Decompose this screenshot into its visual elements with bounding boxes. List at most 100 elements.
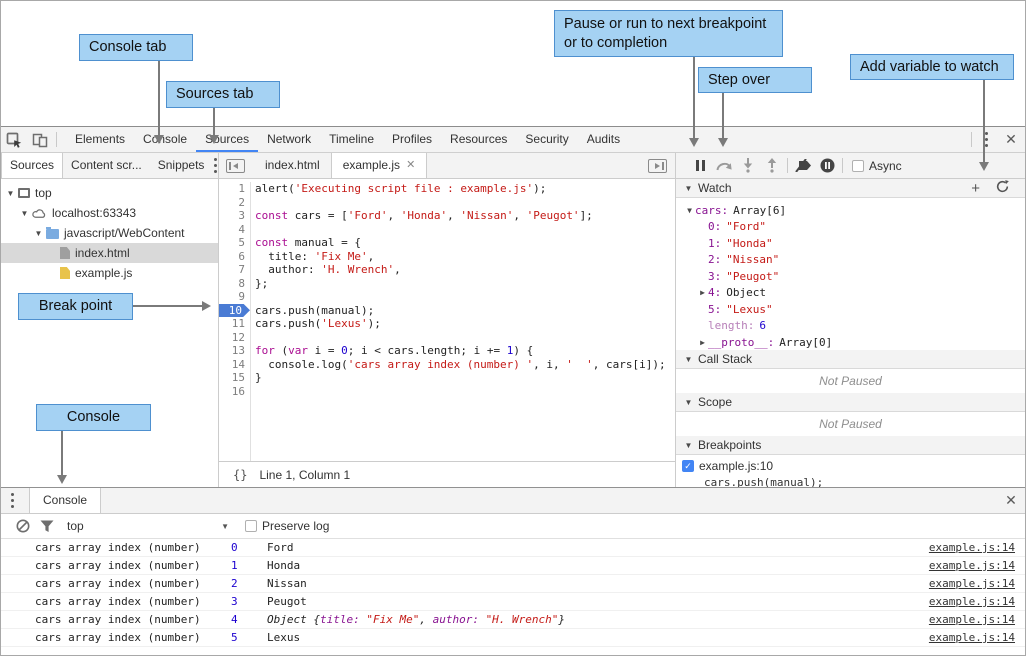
pause-on-exceptions-icon[interactable] [815, 157, 839, 175]
tab-elements[interactable]: Elements [66, 127, 134, 152]
watch-key: cars: [695, 204, 728, 217]
file-tree: ▼top▼localhost:63343▼javascript/WebConte… [1, 179, 218, 487]
tab-console[interactable]: Console [134, 127, 196, 152]
disclosure-icon[interactable]: ▼ [684, 206, 695, 215]
pause-button[interactable] [688, 157, 712, 175]
tree-item-example-js[interactable]: example.js [1, 263, 218, 283]
filter-icon[interactable] [35, 520, 59, 533]
line-number[interactable]: 2 [219, 196, 250, 210]
watch-item-2[interactable]: 2:"Nissan" [676, 252, 1025, 269]
pretty-print-icon[interactable]: {} [233, 468, 247, 482]
breakpoints-section-header[interactable]: ▼ Breakpoints [676, 436, 1025, 455]
line-number[interactable]: 14 [219, 358, 250, 372]
preserve-log-checkbox[interactable] [245, 520, 257, 532]
watch-item-5[interactable]: 5:"Lexus" [676, 301, 1025, 318]
step-into-button[interactable] [736, 157, 760, 175]
code-editor[interactable]: 12345678910111213141516 alert('Executing… [219, 179, 675, 461]
console-drawer-tab[interactable]: Console [29, 488, 101, 513]
tree-item-javascript-webcontent[interactable]: ▼javascript/WebContent [1, 223, 218, 243]
disclosure-icon[interactable]: ▼ [19, 209, 30, 218]
tree-item-top[interactable]: ▼top [1, 183, 218, 203]
line-number[interactable]: 5 [219, 236, 250, 250]
watch-value: "Nissan" [726, 253, 779, 266]
line-number[interactable]: 12 [219, 331, 250, 345]
refresh-watch-icon[interactable] [996, 180, 1009, 196]
device-toolbar-icon[interactable] [27, 127, 53, 152]
breakpoint-checkbox[interactable]: ✓ [682, 460, 694, 472]
watch-item-0[interactable]: 0:"Ford" [676, 219, 1025, 236]
tab-security[interactable]: Security [516, 127, 577, 152]
call-stack-section-header[interactable]: ▼ Call Stack [676, 350, 1025, 369]
line-number[interactable]: 6 [219, 250, 250, 264]
tab-profiles[interactable]: Profiles [383, 127, 441, 152]
watch-item-1[interactable]: 1:"Honda" [676, 235, 1025, 252]
step-out-button[interactable] [760, 157, 784, 175]
line-number[interactable]: 1 [219, 182, 250, 196]
console-drawer-header: Console ✕ [1, 488, 1025, 514]
disclosure-icon[interactable]: ▶ [697, 338, 708, 347]
breakpoint-marker[interactable]: 10 [219, 304, 250, 318]
disclosure-icon[interactable]: ▼ [33, 229, 44, 238]
navigator-menu-icon[interactable] [212, 153, 218, 178]
watch-key: __proto__: [708, 336, 774, 349]
line-number[interactable]: 7 [219, 263, 250, 277]
preserve-log-control[interactable]: Preserve log [245, 519, 329, 533]
code-line: author: 'H. Wrench', [251, 263, 675, 277]
async-checkbox[interactable] [852, 160, 864, 172]
line-number[interactable]: 13 [219, 344, 250, 358]
console-message-value: Nissan [267, 577, 929, 590]
tab-sources[interactable]: Sources [196, 127, 258, 152]
clear-console-icon[interactable] [11, 519, 35, 533]
drawer-close-icon[interactable]: ✕ [997, 492, 1025, 509]
line-number[interactable]: 4 [219, 223, 250, 237]
devtools-close-icon[interactable]: ✕ [997, 131, 1025, 148]
line-number[interactable]: 15 [219, 371, 250, 385]
console-source-link[interactable]: example.js:14 [929, 631, 1015, 644]
watch-key: 0: [708, 220, 721, 233]
devtools-menu-icon[interactable] [975, 127, 997, 152]
navigator-tab-sources[interactable]: Sources [1, 153, 63, 178]
close-tab-icon[interactable]: ✕ [406, 153, 415, 178]
watch-item-cars[interactable]: ▼cars:Array[6] [676, 202, 1025, 219]
console-menu-icon[interactable] [1, 488, 23, 513]
navigator-tab-snippets[interactable]: Snippets [150, 153, 213, 178]
execution-context-select[interactable]: top ▼ [67, 519, 229, 533]
step-over-button[interactable] [712, 157, 736, 175]
add-watch-icon[interactable]: + [971, 181, 980, 196]
line-number[interactable]: 16 [219, 385, 250, 399]
disclosure-icon[interactable]: ▼ [5, 189, 16, 198]
console-source-link[interactable]: example.js:14 [929, 577, 1015, 590]
tree-item-index-html[interactable]: index.html [1, 243, 218, 263]
watch-section-header[interactable]: ▼ Watch + [676, 179, 1025, 198]
cloud-icon [32, 208, 47, 219]
breakpoint-location[interactable]: example.js:10 [699, 459, 773, 473]
tree-item-localhost-63343[interactable]: ▼localhost:63343 [1, 203, 218, 223]
tab-resources[interactable]: Resources [441, 127, 516, 152]
console-source-link[interactable]: example.js:14 [929, 595, 1015, 608]
disclosure-icon[interactable]: ▶ [697, 288, 708, 297]
console-source-link[interactable]: example.js:14 [929, 613, 1015, 626]
tab-network[interactable]: Network [258, 127, 320, 152]
watch-item-length[interactable]: length:6 [676, 318, 1025, 335]
line-number[interactable]: 3 [219, 209, 250, 223]
navigator-tab-content-scr-[interactable]: Content scr... [63, 153, 150, 178]
hide-navigator-icon[interactable] [226, 159, 245, 173]
line-number[interactable]: 11 [219, 317, 250, 331]
deactivate-breakpoints-icon[interactable] [791, 157, 815, 175]
scope-section-header[interactable]: ▼ Scope [676, 393, 1025, 412]
line-number[interactable]: 9 [219, 290, 250, 304]
editor-tab-index-html[interactable]: index.html [254, 153, 331, 178]
watch-item-3[interactable]: 3:"Peugot" [676, 268, 1025, 285]
editor-tab-example-js[interactable]: example.js✕ [331, 153, 428, 178]
console-source-link[interactable]: example.js:14 [929, 559, 1015, 572]
tab-audits[interactable]: Audits [578, 127, 629, 152]
code-line [251, 385, 675, 399]
console-message-value[interactable]: Object {title: "Fix Me", author: "H. Wre… [267, 613, 929, 626]
tab-timeline[interactable]: Timeline [320, 127, 383, 152]
show-drawer-icon[interactable] [648, 159, 667, 173]
watch-item-__proto__[interactable]: ▶__proto__:Array[0] [676, 334, 1025, 350]
watch-item-4[interactable]: ▶4:Object [676, 285, 1025, 302]
inspect-element-icon[interactable] [1, 127, 27, 152]
line-number[interactable]: 8 [219, 277, 250, 291]
console-source-link[interactable]: example.js:14 [929, 541, 1015, 554]
